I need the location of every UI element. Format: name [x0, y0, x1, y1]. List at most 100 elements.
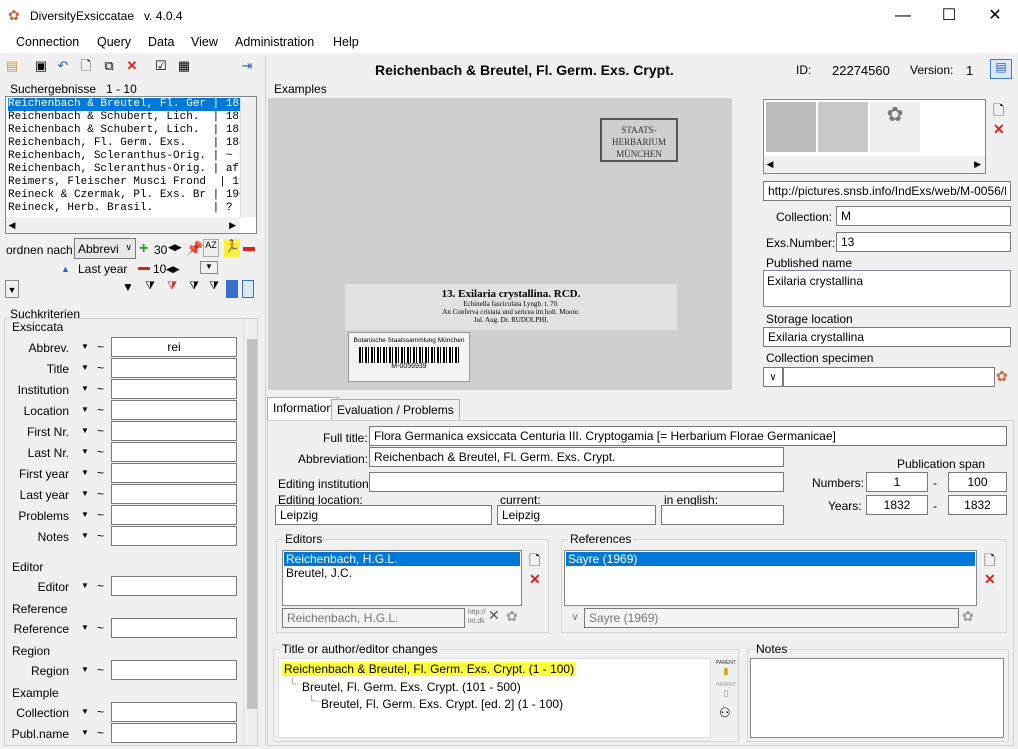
criteria-publname-operator-icon[interactable]: ▼ — [79, 723, 91, 743]
criteria-abbrev-tilde-icon[interactable]: ~ — [97, 340, 107, 354]
criteria-abbrev-operator-icon[interactable]: ▼ — [79, 337, 91, 357]
reference-lookup-icon[interactable]: ✿ — [962, 608, 974, 625]
set-parent-icon[interactable]: PARENT ▮ — [716, 660, 736, 676]
tab-evaluation[interactable]: Evaluation / Problems — [331, 399, 460, 420]
criteria-first-nr-operator-icon[interactable]: ▼ — [79, 421, 91, 441]
fulltitle-field[interactable] — [369, 426, 1007, 446]
criteria-publname-tilde-icon[interactable]: ~ — [97, 726, 107, 740]
criteria-notes-operator-icon[interactable]: ▼ — [79, 526, 91, 546]
storage-location-field[interactable] — [763, 327, 1011, 347]
criteria-editor-input[interactable] — [111, 576, 237, 596]
specimen-image[interactable]: STAATS- HERBARIUM MÜNCHEN 13. Exilaria cry… — [268, 98, 732, 390]
criteria-location-input[interactable] — [111, 400, 237, 420]
criteria-editor-tilde-icon[interactable]: ~ — [97, 579, 107, 593]
list-item[interactable]: Breutel, J.C. — [284, 566, 520, 580]
filter-icon[interactable]: ▼ — [119, 280, 137, 298]
spin-icon-2[interactable]: ◀▶ — [166, 264, 180, 275]
editors-list[interactable]: Reichenbach, H.G.L. Breutel, J.C. — [282, 550, 522, 606]
criteria-title-operator-icon[interactable]: ▼ — [79, 358, 91, 378]
menu-view[interactable]: View — [191, 35, 218, 49]
new-icon[interactable]: 🗋 — [77, 57, 95, 75]
binoculars-icon[interactable]: ⚇ — [719, 705, 731, 721]
criteria-reference-input[interactable] — [111, 618, 237, 638]
plus-icon[interactable]: + — [139, 240, 148, 258]
remove-editor-icon[interactable]: ✕ — [529, 571, 541, 588]
criteria-institution-input[interactable] — [111, 379, 237, 399]
dropdown-icon[interactable]: ▼ — [200, 261, 218, 274]
menu-connection[interactable]: Connection — [16, 35, 79, 49]
expand-icon[interactable]: ▼ — [5, 280, 19, 298]
filter-add-icon[interactable]: ⧩ — [141, 280, 159, 298]
criteria-reference-tilde-icon[interactable]: ~ — [97, 621, 107, 635]
column-icon-2[interactable] — [242, 280, 254, 298]
criteria-institution-tilde-icon[interactable]: ~ — [97, 382, 107, 396]
copy-icon[interactable]: ⧉ — [100, 57, 118, 75]
editor-lookup-icon[interactable]: ✿ — [506, 608, 518, 625]
exsnumber-field[interactable] — [836, 232, 1011, 252]
criteria-collection-operator-icon[interactable]: ▼ — [79, 702, 91, 722]
check-icon[interactable]: ☑ — [152, 57, 170, 75]
column-icon[interactable] — [226, 280, 238, 298]
undo-icon[interactable]: ↶ — [54, 57, 72, 75]
criteria-last-nr-operator-icon[interactable]: ▼ — [79, 442, 91, 462]
list-item[interactable]: Reichenbach, H.G.L. — [284, 552, 520, 566]
list-item[interactable]: Reichenbach & Schubert, Lich. | 1822 — [8, 111, 246, 124]
changes-tree[interactable]: Reichenbach & Breutel, Fl. Germ. Exs. Cr… — [278, 658, 711, 738]
results-list[interactable]: Reichenbach & Breutel, Fl. Ger | 1832 Re… — [5, 96, 257, 234]
list-item[interactable]: Reichenbach, Fl. Germ. Exs. | 1846 — [8, 137, 246, 150]
reference-field[interactable] — [584, 608, 959, 628]
table-icon[interactable]: ▦ — [175, 57, 193, 75]
criteria-last-year-input[interactable] — [111, 484, 237, 504]
number-from-field[interactable] — [866, 472, 928, 492]
maximize-icon[interactable]: ☐ — [926, 0, 972, 31]
remove-reference-icon[interactable]: ✕ — [984, 571, 996, 588]
list-item[interactable]: Reichenbach & Schubert, Lich. | 1826 — [8, 124, 246, 137]
list-item[interactable]: Reichenbach, Scleranthus-Orig. | ~ 1871 — [8, 150, 246, 163]
references-list[interactable]: Sayre (1969) — [564, 550, 977, 606]
tree-node[interactable]: Breutel, Fl. Germ. Exs. Crypt. [ed. 2] (… — [321, 697, 563, 711]
details-icon[interactable]: ▤ — [990, 59, 1012, 79]
criteria-first-nr-tilde-icon[interactable]: ~ — [97, 424, 107, 438]
criteria-first-year-input[interactable] — [111, 463, 237, 483]
criteria-region-operator-icon[interactable]: ▼ — [79, 660, 91, 680]
delete-image-icon[interactable]: ✕ — [993, 121, 1005, 138]
save-icon[interactable]: ▣ — [32, 57, 50, 75]
abbreviation-field[interactable] — [369, 447, 784, 467]
criteria-problems-tilde-icon[interactable]: ~ — [97, 508, 107, 522]
criteria-collection-input[interactable] — [111, 702, 237, 722]
criteria-vscroll[interactable] — [243, 319, 257, 745]
open-icon[interactable]: ▤ — [3, 57, 21, 75]
criteria-region-input[interactable] — [111, 660, 237, 680]
spin-icon[interactable]: ◀▶ — [168, 242, 182, 253]
list-item[interactable]: Reichenbach, Scleranthus-Orig. | after — [8, 163, 246, 176]
thumbnail[interactable]: ✿ — [870, 102, 920, 152]
list-item[interactable]: Sayre (1969) — [566, 552, 975, 566]
criteria-region-tilde-icon[interactable]: ~ — [97, 663, 107, 677]
criteria-last-year-operator-icon[interactable]: ▼ — [79, 484, 91, 504]
english-location-field[interactable] — [661, 505, 784, 525]
notes-field[interactable] — [750, 658, 1004, 738]
specimen-field[interactable] — [783, 367, 995, 387]
list-item[interactable]: Reichenbach & Breutel, Fl. Ger | 1832 — [8, 98, 246, 111]
pin-icon[interactable]: 📌 — [186, 240, 203, 257]
criteria-collection-tilde-icon[interactable]: ~ — [97, 705, 107, 719]
current-location-field[interactable] — [497, 505, 656, 525]
minus-icon[interactable] — [243, 247, 255, 251]
criteria-title-input[interactable] — [111, 358, 237, 378]
menu-administration[interactable]: Administration — [235, 35, 314, 49]
editing-institution-field[interactable] — [369, 472, 784, 492]
export-icon[interactable]: ⇥ — [238, 57, 256, 75]
criteria-location-operator-icon[interactable]: ▼ — [79, 400, 91, 420]
criteria-first-year-operator-icon[interactable]: ▼ — [79, 463, 91, 483]
collection-field[interactable] — [836, 206, 1011, 226]
editing-location-field[interactable] — [275, 505, 492, 525]
criteria-last-year-tilde-icon[interactable]: ~ — [97, 487, 107, 501]
year-to-field[interactable] — [948, 495, 1007, 515]
menu-data[interactable]: Data — [148, 35, 174, 49]
published-name-field[interactable]: Exilaria crystallina — [763, 270, 1011, 307]
splitter[interactable] — [265, 56, 266, 746]
thumbnail-hscroll[interactable]: ◀ ▶ — [764, 156, 985, 173]
delete-icon[interactable]: ✕ — [123, 57, 141, 75]
tree-node-root[interactable]: Reichenbach & Breutel, Fl. Germ. Exs. Cr… — [282, 662, 577, 676]
specimen-dropdown[interactable]: ∨ — [763, 367, 783, 387]
